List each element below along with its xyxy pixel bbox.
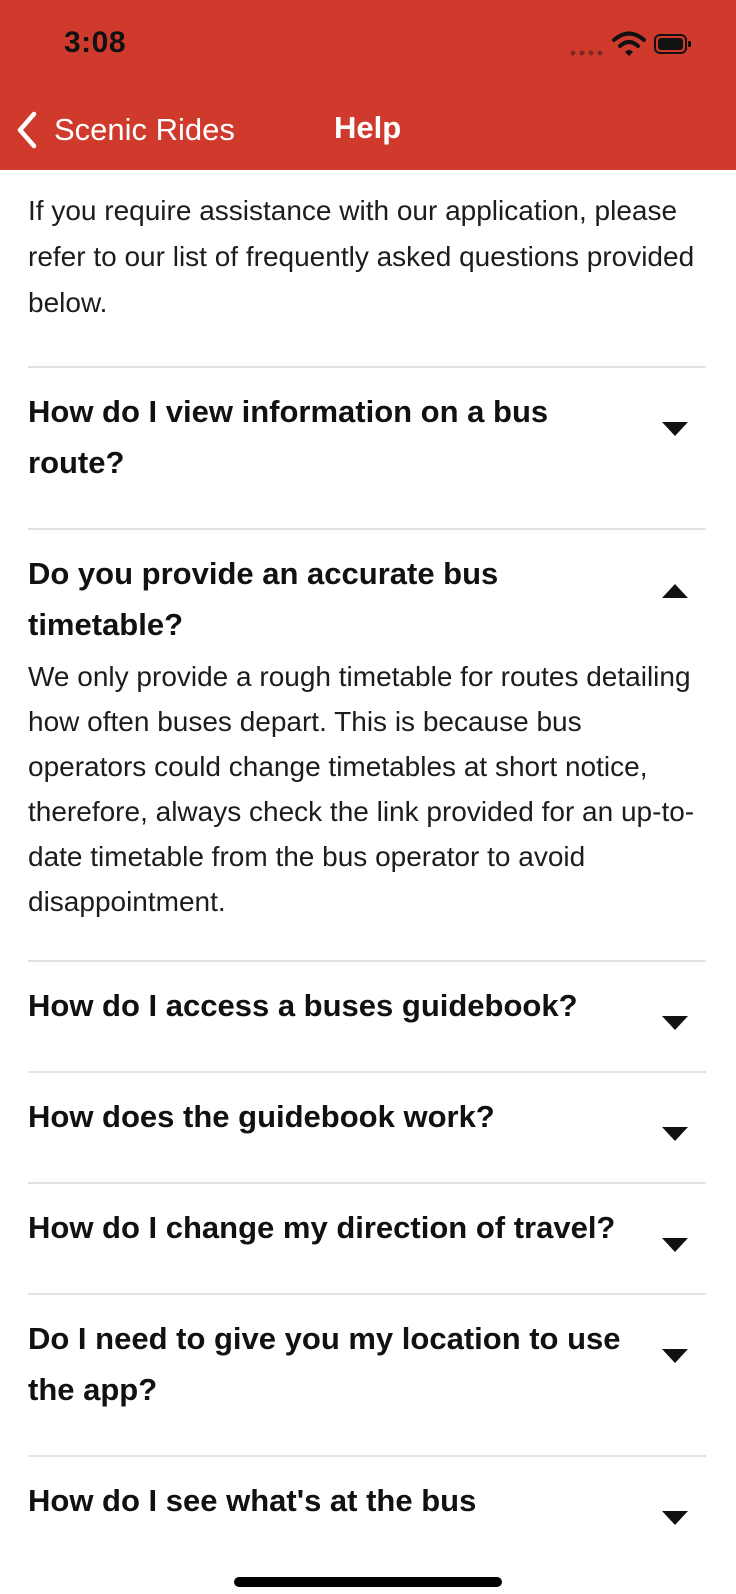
caret-down-icon[interactable]	[662, 422, 688, 436]
caret-down-icon[interactable]	[662, 1238, 688, 1252]
caret-down-icon[interactable]	[662, 1016, 688, 1030]
faq-spacer	[28, 1031, 706, 1071]
faq-question: How do I view information on a bus route…	[28, 394, 549, 480]
faq-answer: We only provide a rough timetable for ro…	[28, 661, 695, 917]
faq-spacer	[28, 488, 706, 528]
home-indicator[interactable]	[234, 1577, 502, 1587]
caret-down-icon[interactable]	[662, 1127, 688, 1141]
faq-item: Do you provide an accurate bus timetable…	[28, 528, 706, 960]
faq-question-toggle[interactable]: How do I view information on a bus route…	[28, 368, 706, 488]
wifi-icon	[612, 31, 646, 56]
faq-spacer	[28, 1253, 706, 1293]
faq-spacer	[28, 1142, 706, 1182]
faq-item: Do I need to give you my location to use…	[28, 1293, 706, 1455]
help-content: If you require assistance with our appli…	[0, 170, 736, 1566]
faq-question-toggle[interactable]: How do I change my direction of travel?	[28, 1184, 706, 1253]
faq-question: How do I access a buses guidebook?	[28, 988, 578, 1023]
faq-item: How does the guidebook work?	[28, 1071, 706, 1182]
faq-question-toggle[interactable]: How do I access a buses guidebook?	[28, 962, 706, 1031]
faq-item: How do I change my direction of travel?	[28, 1182, 706, 1293]
faq-question: Do you provide an accurate bus timetable…	[28, 556, 499, 642]
faq-question-toggle[interactable]: Do you provide an accurate bus timetable…	[28, 530, 706, 650]
faq-item: How do I see what's at the bus	[28, 1455, 706, 1566]
caret-up-icon[interactable]	[662, 584, 688, 598]
faq-spacer	[28, 1526, 706, 1566]
faq-list: How do I view information on a bus route…	[28, 366, 706, 1566]
faq-question-toggle[interactable]: How does the guidebook work?	[28, 1073, 706, 1142]
cellular-signal-icon	[570, 50, 603, 56]
faq-item: How do I access a buses guidebook?	[28, 960, 706, 1071]
faq-question: How do I see what's at the bus	[28, 1483, 477, 1518]
navigation-header: 3:08 Scenic Rides Help	[0, 0, 736, 170]
faq-item: How do I view information on a bus route…	[28, 366, 706, 528]
status-time: 3:08	[64, 26, 127, 59]
faq-question: How does the guidebook work?	[28, 1099, 495, 1134]
page-title: Help	[334, 110, 402, 145]
chevron-left-icon	[17, 111, 37, 149]
back-button[interactable]: Scenic Rides	[14, 108, 235, 152]
back-button-label: Scenic Rides	[54, 112, 235, 147]
faq-question-toggle[interactable]: How do I see what's at the bus	[28, 1457, 706, 1526]
faq-question: How do I change my direction of travel?	[28, 1210, 616, 1245]
faq-question-toggle[interactable]: Do I need to give you my location to use…	[28, 1295, 706, 1415]
caret-down-icon[interactable]	[662, 1349, 688, 1363]
caret-down-icon[interactable]	[662, 1511, 688, 1525]
intro-text: If you require assistance with our appli…	[28, 195, 695, 318]
faq-spacer	[28, 1415, 706, 1455]
faq-question: Do I need to give you my location to use…	[28, 1321, 621, 1407]
battery-icon	[654, 34, 691, 54]
